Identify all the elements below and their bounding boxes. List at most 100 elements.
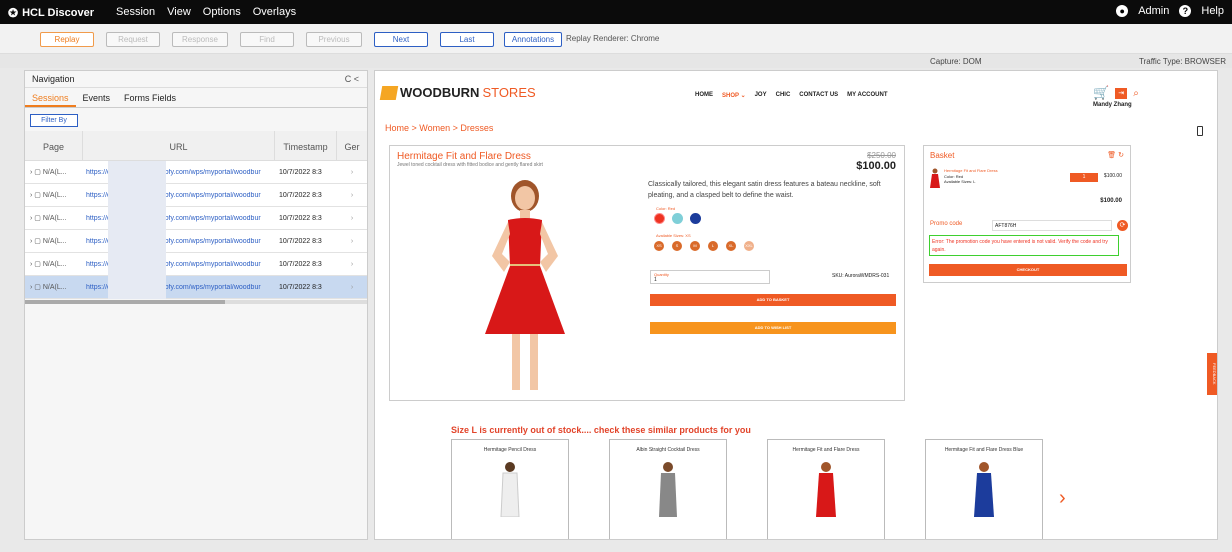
user-icon[interactable]: ●: [1116, 5, 1129, 17]
app-topbar: ✪ HCL Discover Session View Options Overl…: [0, 0, 1232, 24]
table-row[interactable]: › ▢ N/A(L... https://dx. play.hclsofy.com/…: [25, 276, 367, 299]
product-subtitle: Jewel toned cocktail dress with fitted b…: [397, 162, 543, 168]
traffic-type-label: Traffic Type: BROWSER: [1139, 57, 1226, 66]
col-ger[interactable]: Ger: [337, 131, 367, 160]
basket-panel: Basket 🗑 ↻ Hermitage Fit and Flare Dress…: [923, 145, 1131, 283]
checkout-button[interactable]: CHECKOUT: [929, 264, 1127, 276]
col-timestamp[interactable]: Timestamp: [275, 131, 337, 160]
previous-button[interactable]: Previous: [306, 32, 362, 47]
sku-label: SKU: AuroraWMDRS-031: [832, 273, 890, 279]
refresh-collapse-icons[interactable]: C <: [345, 74, 359, 84]
search-icon[interactable]: ⌕: [1133, 88, 1139, 99]
menu-options[interactable]: Options: [203, 6, 241, 18]
timestamp-cell: 10/7/2022 8:3: [279, 168, 322, 176]
site-nav-joy[interactable]: JOY: [755, 92, 767, 99]
ger-cell: ›: [350, 283, 354, 291]
timestamp-cell: 10/7/2022 8:3: [279, 237, 322, 245]
similar-product-image: [974, 462, 994, 517]
price: $100.00: [856, 160, 896, 172]
similar-product-3[interactable]: Hermitage Fit and Flare Dress: [767, 439, 885, 539]
menu-overlays[interactable]: Overlays: [253, 6, 296, 18]
help-icon[interactable]: ?: [1179, 5, 1192, 17]
woodburn-logo[interactable]: WOODBURN STORES: [379, 85, 536, 100]
page-cell: › ▢ N/A(L...: [30, 284, 67, 291]
cart-icon[interactable]: 🛒: [1093, 85, 1109, 101]
page-cell: › ▢ N/A(L...: [30, 238, 67, 245]
response-button[interactable]: Response: [172, 32, 228, 47]
menu-view[interactable]: View: [167, 6, 191, 18]
breadcrumb[interactable]: Home > Women > Dresses: [385, 123, 493, 133]
replay-viewport: WOODBURN STORES HOME SHOP ⌄ JOY CHIC CON…: [374, 70, 1218, 540]
user-name[interactable]: Admin: [1138, 5, 1169, 17]
size-s[interactable]: S: [672, 241, 682, 251]
table-row[interactable]: › ▢ N/A(L... https://dx. play.hclsofy.com/…: [25, 161, 367, 184]
color-swatch-red[interactable]: [654, 213, 665, 224]
table-row[interactable]: › ▢ N/A(L... https://dx. play.hclsofy.com/…: [25, 253, 367, 276]
sizes-label: Available Sizes: XS: [656, 233, 691, 238]
logo-box-icon: [379, 85, 399, 100]
ger-cell: ›: [350, 260, 354, 268]
similar-product-4[interactable]: Hermitage Fit and Flare Dress Blue: [925, 439, 1043, 539]
promo-apply-icon[interactable]: ⟳: [1117, 220, 1128, 231]
timestamp-cell: 10/7/2022 8:3: [279, 283, 322, 291]
size-xxl[interactable]: XXL: [744, 241, 754, 251]
basket-item-name[interactable]: Hermitage Fit and Flare Dress: [944, 168, 998, 173]
similar-product-1[interactable]: Hermitage Pencil Dress: [451, 439, 569, 539]
col-page[interactable]: Page: [25, 131, 83, 160]
table-row[interactable]: › ▢ N/A(L... https://dx. play.hclsofy.com/…: [25, 184, 367, 207]
quantity-input[interactable]: Quantity 1: [650, 270, 770, 284]
carousel-next-icon[interactable]: ›: [1059, 487, 1066, 510]
help-link[interactable]: Help: [1201, 5, 1224, 17]
basket-trash-refresh-icons[interactable]: 🗑 ↻: [1107, 151, 1124, 159]
horizontal-scrollbar[interactable]: [25, 300, 367, 304]
replay-button[interactable]: Replay: [40, 32, 94, 47]
annotations-button[interactable]: Annotations: [504, 32, 562, 47]
last-button[interactable]: Last: [440, 32, 494, 47]
next-button[interactable]: Next: [374, 32, 428, 47]
size-xl[interactable]: XL: [726, 241, 736, 251]
size-l[interactable]: L: [708, 241, 718, 251]
color-swatch-blue[interactable]: [690, 213, 701, 224]
tab-sessions[interactable]: Sessions: [25, 88, 76, 107]
promo-code-input[interactable]: AFT876H: [992, 220, 1112, 231]
request-button[interactable]: Request: [106, 32, 160, 47]
timestamp-cell: 10/7/2022 8:3: [279, 214, 322, 222]
tab-forms-fields[interactable]: Forms Fields: [117, 88, 183, 107]
color-label: Color: Red: [656, 206, 676, 211]
site-user-name[interactable]: Mandy Zhang: [1093, 102, 1132, 108]
size-m[interactable]: M: [690, 241, 700, 251]
promo-label: Promo code: [930, 221, 963, 227]
similar-product-image: [816, 462, 836, 517]
navigation-header: Navigation C <: [25, 71, 367, 88]
timestamp-cell: 10/7/2022 8:3: [279, 260, 322, 268]
feedback-tab[interactable]: FEEDBACK: [1207, 353, 1217, 395]
old-price: $250.00: [867, 151, 896, 160]
add-to-wishlist-button[interactable]: ADD TO WISH LIST: [650, 322, 896, 334]
site-nav-contact[interactable]: CONTACT US: [799, 92, 838, 99]
menu-session[interactable]: Session: [116, 6, 155, 18]
color-swatch-aqua[interactable]: [672, 213, 683, 224]
similar-product-2[interactable]: Albin Straight Cocktail Dress: [609, 439, 727, 539]
site-nav-shop[interactable]: SHOP ⌄: [722, 92, 746, 99]
similar-product-name: Hermitage Pencil Dress: [483, 447, 537, 453]
col-url[interactable]: URL: [83, 131, 275, 160]
similar-product-name: Hermitage Fit and Flare Dress Blue: [944, 447, 1024, 453]
tab-events[interactable]: Events: [76, 88, 118, 107]
site-nav-chic[interactable]: CHIC: [776, 92, 791, 99]
basket-qty-stepper[interactable]: 1: [1070, 173, 1098, 182]
logout-icon[interactable]: ⇥: [1115, 87, 1128, 99]
similar-product-image: [500, 462, 520, 517]
filter-by-button[interactable]: Filter By: [30, 114, 78, 127]
similar-product-name: Albin Straight Cocktail Dress: [636, 447, 700, 453]
table-row[interactable]: › ▢ N/A(L... https://dx. play.hclsofy.com/…: [25, 230, 367, 253]
size-xs[interactable]: XS: [654, 241, 664, 251]
table-row[interactable]: › ▢ N/A(L... https://dx. play.hclsofy.com/…: [25, 207, 367, 230]
site-nav-home[interactable]: HOME: [695, 92, 713, 99]
similar-product-name: Hermitage Fit and Flare Dress: [792, 447, 860, 453]
mobile-icon[interactable]: [1197, 126, 1203, 136]
add-to-basket-button[interactable]: ADD TO BASKET: [650, 294, 896, 306]
site-nav-account[interactable]: MY ACCOUNT: [847, 92, 887, 99]
status-subbar: Capture: DOM Traffic Type: BROWSER: [0, 54, 1232, 68]
app-title: HCL Discover: [22, 7, 94, 19]
find-button[interactable]: Find: [240, 32, 294, 47]
